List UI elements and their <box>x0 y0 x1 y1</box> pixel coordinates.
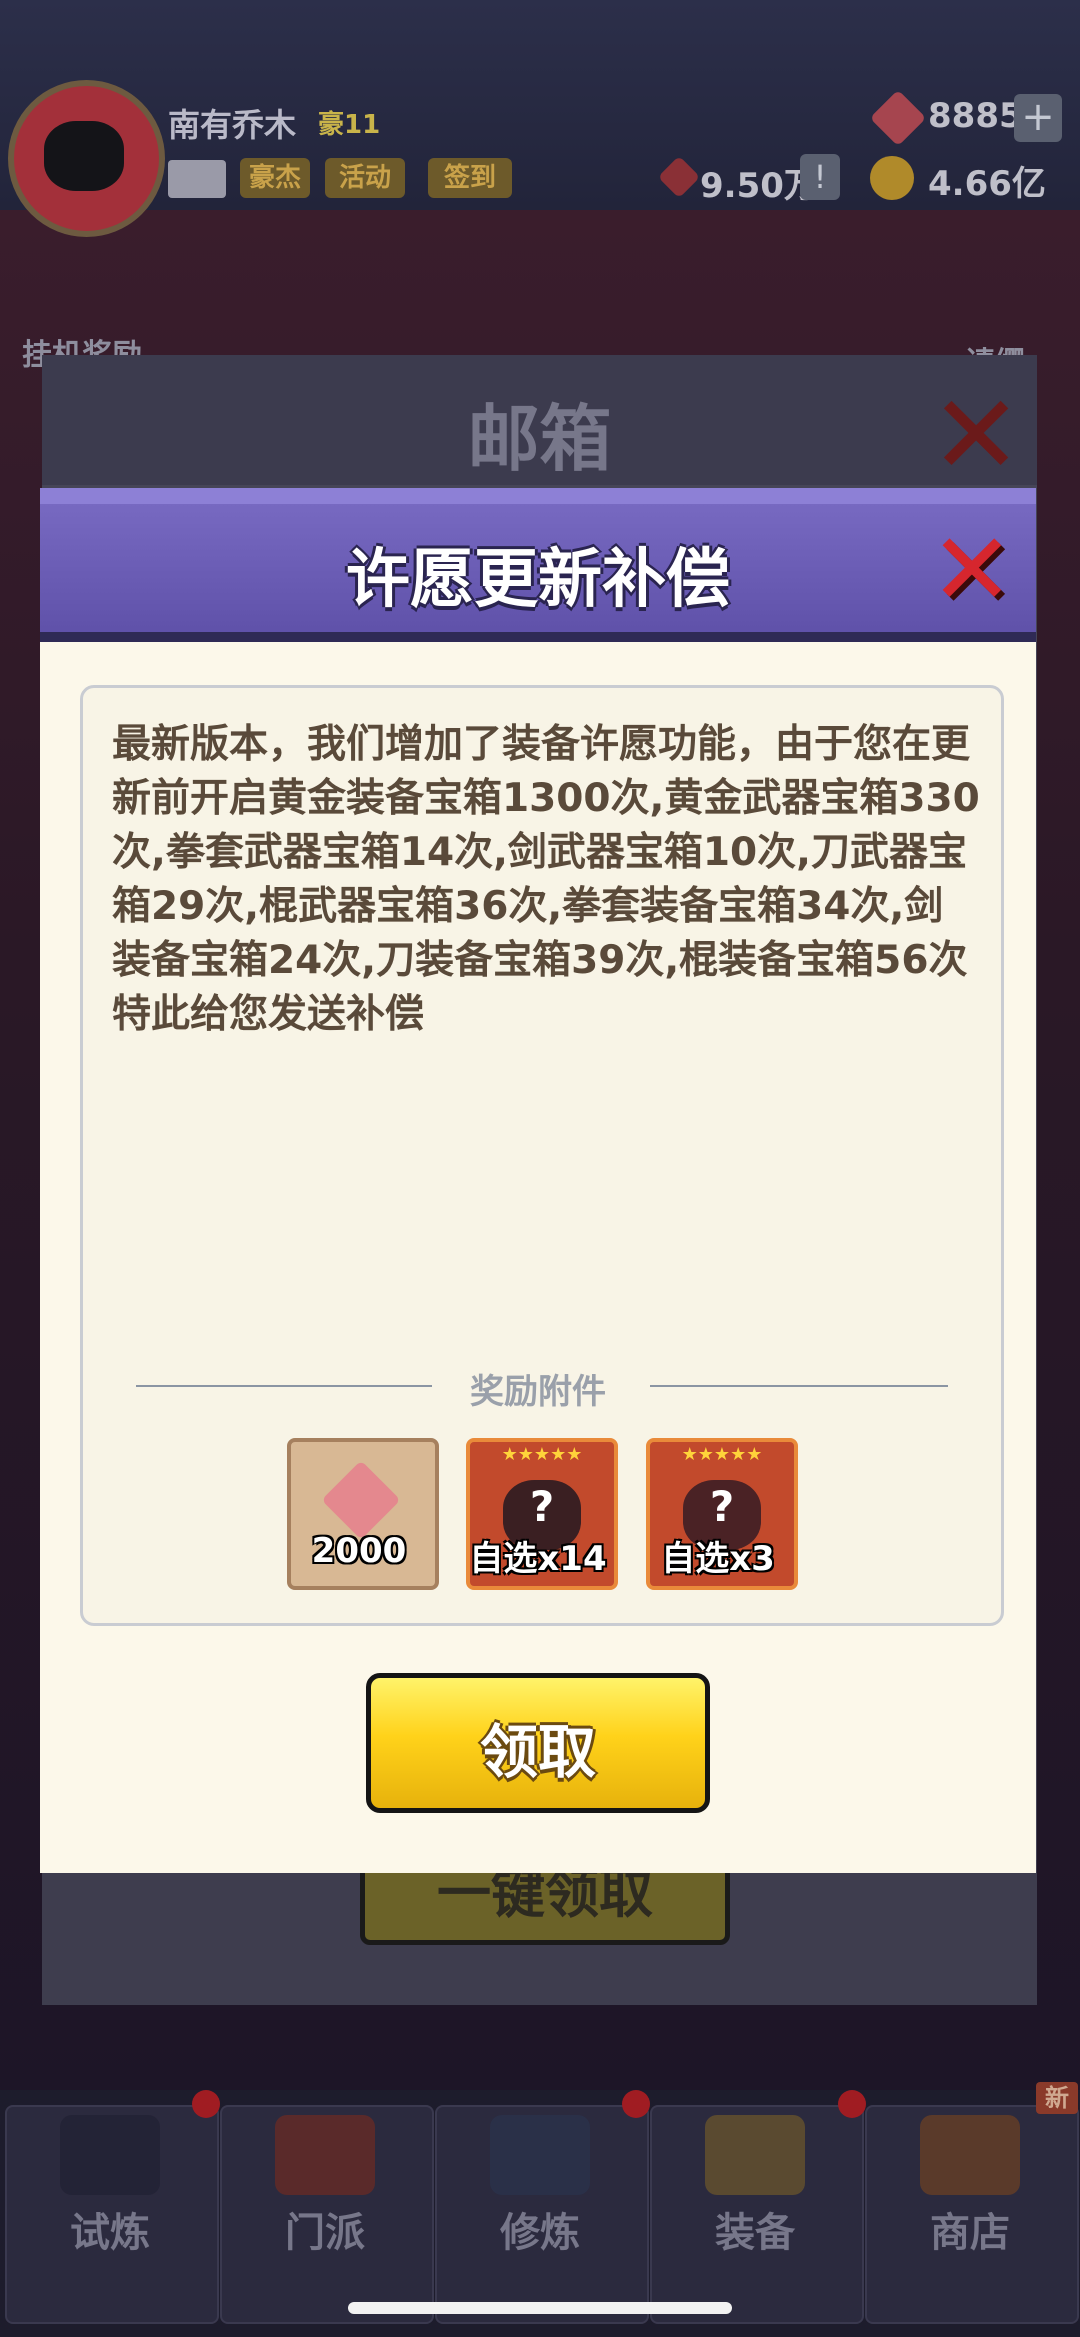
nav-label: 装备 <box>715 2210 795 2256</box>
add-gem-button[interactable]: + <box>1014 94 1062 142</box>
dialog-header-highlight <box>40 488 1036 504</box>
attachment-label: 自选x3 <box>661 1539 775 1579</box>
new-badge: 新 <box>1036 2082 1078 2114</box>
dialog-title: 许愿更新补偿 <box>346 543 730 617</box>
claim-button-label: 领取 <box>479 1718 596 1786</box>
shop-icon <box>920 2115 1020 2195</box>
notification-dot <box>192 2090 220 2118</box>
sect-icon <box>275 2115 375 2195</box>
event-chip[interactable]: 活动 <box>325 158 405 198</box>
mail-icon[interactable] <box>168 160 226 198</box>
question-mark-icon: ? <box>529 1482 555 1531</box>
vip-level: 豪11 <box>318 110 381 140</box>
five-star-rating: ★★★★★ <box>681 1444 763 1465</box>
trial-icon <box>60 2115 160 2195</box>
nav-label: 试炼 <box>70 2210 150 2256</box>
equipment-icon <box>705 2115 805 2195</box>
notification-dot <box>622 2090 650 2118</box>
cultivate-icon <box>490 2115 590 2195</box>
player-avatar[interactable] <box>8 80 165 237</box>
gold-coin-icon <box>870 156 914 200</box>
dialog-header-shadow <box>40 632 1036 642</box>
nav-label: 门派 <box>285 2210 365 2256</box>
power-info-button[interactable]: ! <box>800 154 840 200</box>
nav-label: 商店 <box>930 2210 1010 2256</box>
message-text: 最新版本，我们增加了装备许愿功能，由于您在更新前开启黄金装备宝箱1300次,黄金… <box>112 722 980 1037</box>
attachments-label: 奖励附件 <box>470 1372 606 1412</box>
mailbox-title: 邮箱 <box>467 397 612 481</box>
player-name: 南有乔木 <box>168 106 297 144</box>
home-indicator[interactable] <box>348 2302 732 2314</box>
attachment-label: 自选x14 <box>469 1539 607 1579</box>
close-icon[interactable]: ✕ <box>930 520 1014 620</box>
gold-count: 4.66亿 <box>928 164 1046 204</box>
hero-chip[interactable]: 豪杰 <box>240 158 310 198</box>
five-star-rating: ★★★★★ <box>501 1444 583 1465</box>
checkin-chip[interactable]: 签到 <box>428 158 512 198</box>
nav-label: 修炼 <box>500 2210 580 2256</box>
notification-dot <box>838 2090 866 2118</box>
question-mark-icon: ? <box>709 1482 735 1531</box>
gem-count: 8885 <box>928 96 1023 136</box>
mailbox-close-icon[interactable]: ✕ <box>930 380 1022 490</box>
attachment-label: 2000 <box>311 1531 407 1571</box>
